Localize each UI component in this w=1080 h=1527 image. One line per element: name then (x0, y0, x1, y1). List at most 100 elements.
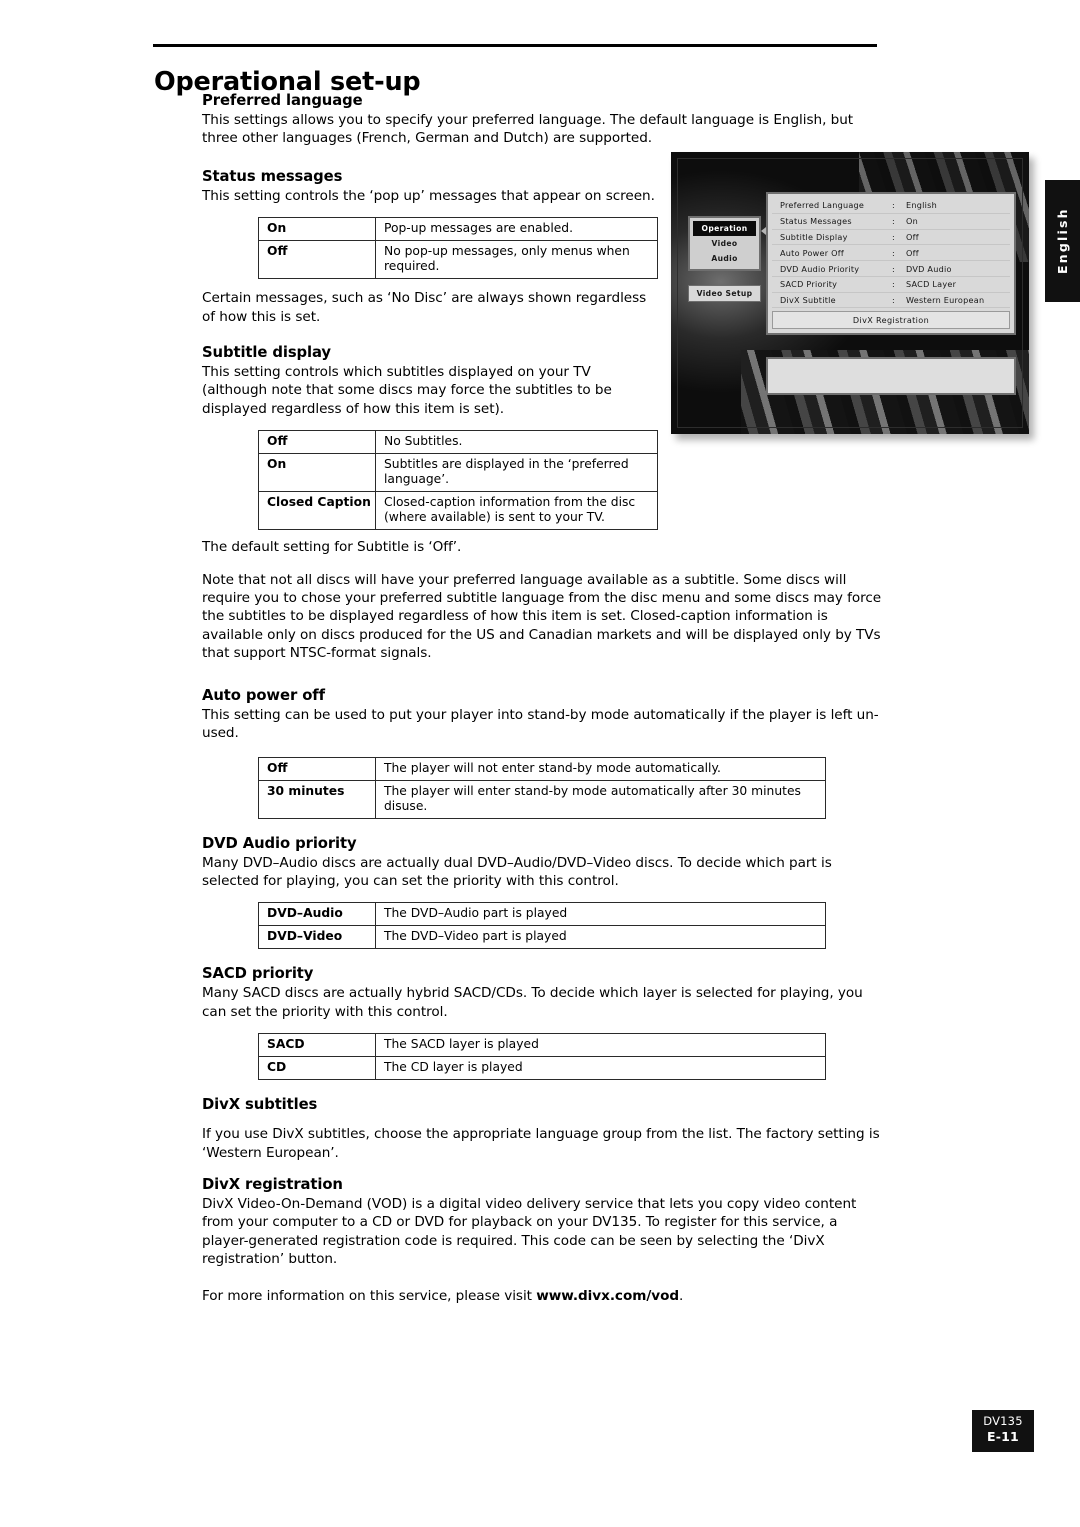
table-cell-description: The DVD–Audio part is played (375, 902, 826, 927)
table-auto-power-off: Off The player will not enter stand-by m… (258, 756, 826, 819)
table-status-messages: On Pop-up messages are enabled. Off No p… (258, 217, 658, 280)
osd-setting-value: Western European (906, 295, 985, 306)
section-heading-dvd-audio-priority: DVD Audio priority (202, 834, 357, 852)
table-cell-description: No Subtitles. (375, 430, 658, 455)
section-heading-preferred-language: Preferred language (202, 92, 363, 109)
table-cell-description: The SACD layer is played (375, 1033, 826, 1058)
paragraph-subtitle-default: The default setting for Subtitle is ‘Off… (202, 539, 462, 556)
table-sacd-priority: SACD The SACD layer is played CD The CD … (258, 1033, 826, 1081)
vod-line-prefix: For more information on this service, pl… (202, 1287, 537, 1304)
table-cell-description: Closed-caption information from the disc… (375, 491, 658, 531)
osd-setting-value: Off (906, 231, 919, 242)
paragraph-auto-power-off: This setting can be used to put your pla… (202, 706, 879, 742)
osd-setting-status-messages[interactable]: Status Messages : On (772, 214, 1010, 230)
divx-vod-link[interactable]: www.divx.com/vod (536, 1288, 679, 1304)
table-cell-option: 30 minutes (258, 779, 376, 819)
osd-setting-colon: : (892, 231, 895, 242)
table-cell-option: Off (258, 430, 376, 455)
osd-setting-divx-subtitle[interactable]: DivX Subtitle : Western European (772, 293, 1010, 309)
table-row: On Pop-up messages are enabled. (258, 217, 658, 242)
table-row: On Subtitles are displayed in the ‘prefe… (258, 453, 658, 493)
table-cell-description: The player will not enter stand-by mode … (375, 756, 826, 781)
osd-setting-value: On (906, 216, 919, 227)
table-row: Off No Subtitles. (258, 430, 658, 455)
osd-setting-preferred-language[interactable]: Preferred Language : English (772, 198, 1010, 214)
osd-setting-value: English (906, 200, 937, 211)
footer-model-name: DV135 (983, 1414, 1023, 1428)
osd-setting-label: Auto Power Off (780, 247, 844, 258)
table-cell-description: No pop-up messages, only menus when requ… (375, 240, 658, 280)
language-tab: English (1045, 180, 1080, 302)
osd-setting-label: DVD Audio Priority (780, 263, 860, 274)
osd-setting-colon: : (892, 263, 895, 274)
paragraph-divx-vod-link-line: For more information on this service, pl… (202, 1287, 886, 1305)
table-cell-option: SACD (258, 1033, 376, 1058)
osd-setting-auto-power-off[interactable]: Auto Power Off : Off (772, 245, 1010, 262)
osd-settings-panel: Preferred Language : English Status Mess… (766, 192, 1016, 336)
paragraph-status-messages-note: Certain messages, such as ‘No Disc’ are … (202, 290, 647, 325)
table-cell-option: Off (258, 756, 376, 781)
table-row: Off The player will not enter stand-by m… (258, 756, 826, 781)
paragraph-subtitle-display: This setting controls which subtitles di… (202, 364, 612, 417)
table-subtitle-display: Off No Subtitles. On Subtitles are displ… (258, 430, 658, 531)
table-cell-description: The player will enter stand-by mode auto… (375, 779, 826, 819)
table-cell-description: The DVD–Video part is played (375, 925, 826, 950)
osd-setting-sacd-priority[interactable]: SACD Priority : SACD Layer (772, 277, 1010, 293)
osd-nav-item-operation[interactable]: Operation (693, 221, 756, 236)
section-heading-auto-power-off: Auto power off (202, 686, 325, 704)
table-cell-description: The CD layer is played (375, 1056, 826, 1081)
osd-setting-colon: : (892, 200, 895, 211)
paragraph-divx-subtitles: If you use DivX subtitles, choose the ap… (202, 1126, 880, 1161)
osd-nav-menu: Operation Video Audio (688, 216, 761, 271)
footer-page-number: E-11 (987, 1429, 1019, 1444)
section-heading-divx-subtitles: DivX subtitles (202, 1096, 318, 1114)
table-cell-description: Subtitles are displayed in the ‘preferre… (375, 453, 658, 493)
table-cell-option: DVD–Video (258, 925, 376, 950)
osd-setting-label: Status Messages (780, 216, 852, 227)
paragraph-status-messages: This setting controls the ‘pop up’ messa… (202, 187, 655, 204)
paragraph-preferred-language: This settings allows you to specify your… (202, 112, 854, 147)
title-divider (153, 44, 877, 47)
table-row: Closed Caption Closed-caption informatio… (258, 491, 658, 531)
osd-setting-value: SACD Layer (906, 279, 957, 290)
osd-setting-subtitle-display[interactable]: Subtitle Display : Off (772, 230, 1010, 246)
osd-setting-colon: : (892, 247, 895, 258)
manual-page: Operational set-up Preferred language Th… (0, 0, 1080, 1527)
osd-setting-dvd-audio-priority[interactable]: DVD Audio Priority : DVD Audio (772, 261, 1010, 277)
osd-nav-item-audio[interactable]: Audio (693, 251, 756, 266)
osd-setting-colon: : (892, 279, 895, 290)
osd-setting-colon: : (892, 295, 895, 306)
osd-nav-item-video[interactable]: Video (693, 236, 756, 251)
osd-screenshot: Operation Video Audio Video Setup Prefer… (671, 152, 1029, 434)
paragraph-sacd-priority: Many SACD discs are actually hybrid SACD… (202, 985, 863, 1020)
osd-setting-colon: : (892, 216, 895, 227)
table-row: Off No pop-up messages, only menus when … (258, 240, 658, 280)
osd-setting-value: Off (906, 247, 919, 258)
table-cell-option: Off (258, 240, 376, 280)
osd-setting-value: DVD Audio (906, 263, 952, 274)
table-cell-option: On (258, 453, 376, 493)
paragraph-subtitle-note: Note that not all discs will have your p… (202, 571, 882, 662)
section-heading-divx-registration: DivX registration (202, 1175, 343, 1193)
table-cell-description: Pop-up messages are enabled. (375, 217, 658, 242)
osd-video-setup-button[interactable]: Video Setup (688, 285, 761, 302)
osd-setting-label: SACD Priority (780, 279, 838, 290)
table-row: DVD–Audio The DVD–Audio part is played (258, 902, 826, 927)
osd-divx-registration-button[interactable]: DivX Registration (772, 311, 1010, 330)
table-row: CD The CD layer is played (258, 1056, 826, 1081)
vod-line-suffix: . (679, 1287, 684, 1304)
osd-info-panel (766, 357, 1016, 395)
language-tab-label: English (1055, 207, 1070, 275)
osd-setting-label: DivX Subtitle (780, 295, 836, 306)
table-dvd-audio-priority: DVD–Audio The DVD–Audio part is played D… (258, 902, 826, 950)
table-row: SACD The SACD layer is played (258, 1033, 826, 1058)
table-cell-option: DVD–Audio (258, 902, 376, 927)
osd-setting-label: Preferred Language (780, 200, 865, 211)
table-row: DVD–Video The DVD–Video part is played (258, 925, 826, 950)
table-cell-option: On (258, 217, 376, 242)
osd-setting-label: Subtitle Display (780, 231, 848, 242)
table-cell-option: Closed Caption (258, 491, 376, 531)
footer-badge: DV135 E-11 (972, 1410, 1034, 1452)
section-heading-sacd-priority: SACD priority (202, 965, 314, 983)
paragraph-divx-registration: DivX Video-On-Demand (VOD) is a digital … (202, 1195, 857, 1268)
